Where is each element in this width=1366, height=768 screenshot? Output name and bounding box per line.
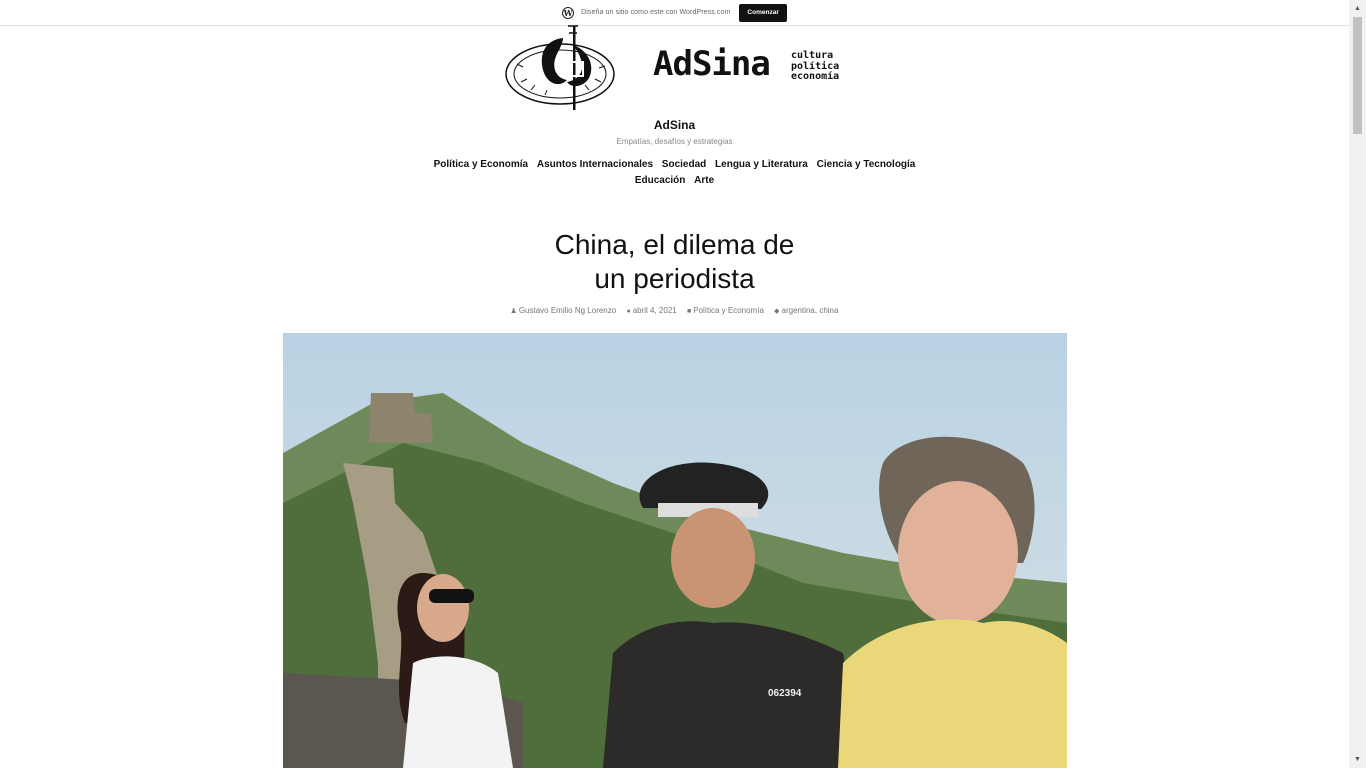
post-title: China, el dilema de un periodista xyxy=(0,228,1349,296)
date-link[interactable]: abril 4, 2021 xyxy=(633,306,677,315)
post-meta: ♟ Gustavo Emilio Ng Lorenzo ● abril 4, 202… xyxy=(0,306,1349,315)
nav-item-arte[interactable]: Arte xyxy=(694,175,714,186)
tag-icon: ◆ xyxy=(774,308,780,315)
nav-item-sociedad[interactable]: Sociedad xyxy=(662,159,706,170)
featured-image: 062394 xyxy=(283,333,1067,768)
wordpress-promo-text[interactable]: Diseña un sitio como este con WordPress.… xyxy=(581,9,730,16)
site-logo[interactable]: AdSina cultura política economía xyxy=(505,24,850,112)
category-link[interactable]: Política y Economía xyxy=(693,306,764,315)
wordpress-icon[interactable]: W xyxy=(562,6,575,19)
logo-tag: cultura xyxy=(791,50,834,61)
scrollbar[interactable]: ▲ ▼ xyxy=(1349,0,1366,768)
clock-icon: ● xyxy=(626,308,631,315)
post-date: ● abril 4, 2021 xyxy=(626,306,679,315)
great-wall-photo: 062394 xyxy=(283,333,1067,768)
tags-link[interactable]: argentina, china xyxy=(782,306,839,315)
wordpress-promo-bar: W Diseña un sitio como este con WordPres… xyxy=(0,0,1349,26)
logo-taglines: cultura política economía xyxy=(791,51,839,83)
nav-item-lengua-literatura[interactable]: Lengua y Literatura xyxy=(715,159,808,170)
seal-logo-icon xyxy=(505,25,615,110)
logo-tag: economía xyxy=(791,71,840,82)
post-author: ♟ Gustavo Emilio Ng Lorenzo xyxy=(511,306,619,315)
post-tags: ◆ argentina, china xyxy=(774,306,838,315)
nav-item-asuntos-internacionales[interactable]: Asuntos Internacionales xyxy=(537,159,653,170)
post-title-line-1: China, el dilema de xyxy=(554,229,795,260)
folder-icon: ■ xyxy=(686,308,692,315)
scroll-down-arrow-icon[interactable]: ▼ xyxy=(1349,751,1366,768)
site-description: Empatías, desafíos y estrategias xyxy=(616,137,733,146)
post-category: ■ Política y Economía xyxy=(687,306,766,315)
scrollbar-thumb[interactable] xyxy=(1353,17,1362,134)
person-icon: ♟ xyxy=(510,308,517,315)
main-navigation: Política y Economía Asuntos Internaciona… xyxy=(430,157,919,189)
start-button[interactable]: Comenzar xyxy=(739,3,787,22)
badge-number: 062394 xyxy=(768,688,802,699)
nav-item-ciencia-tecnologia[interactable]: Ciencia y Tecnología xyxy=(817,159,916,170)
logo-wordmark: AdSina xyxy=(653,44,771,84)
scroll-up-arrow-icon[interactable]: ▲ xyxy=(1349,0,1366,17)
nav-item-politica-economia[interactable]: Política y Economía xyxy=(434,159,528,170)
author-link[interactable]: Gustavo Emilio Ng Lorenzo xyxy=(519,306,616,315)
site-title[interactable]: AdSina xyxy=(0,118,1349,132)
nav-item-educacion[interactable]: Educación xyxy=(635,175,686,186)
post-title-line-2: un periodista xyxy=(594,263,755,294)
